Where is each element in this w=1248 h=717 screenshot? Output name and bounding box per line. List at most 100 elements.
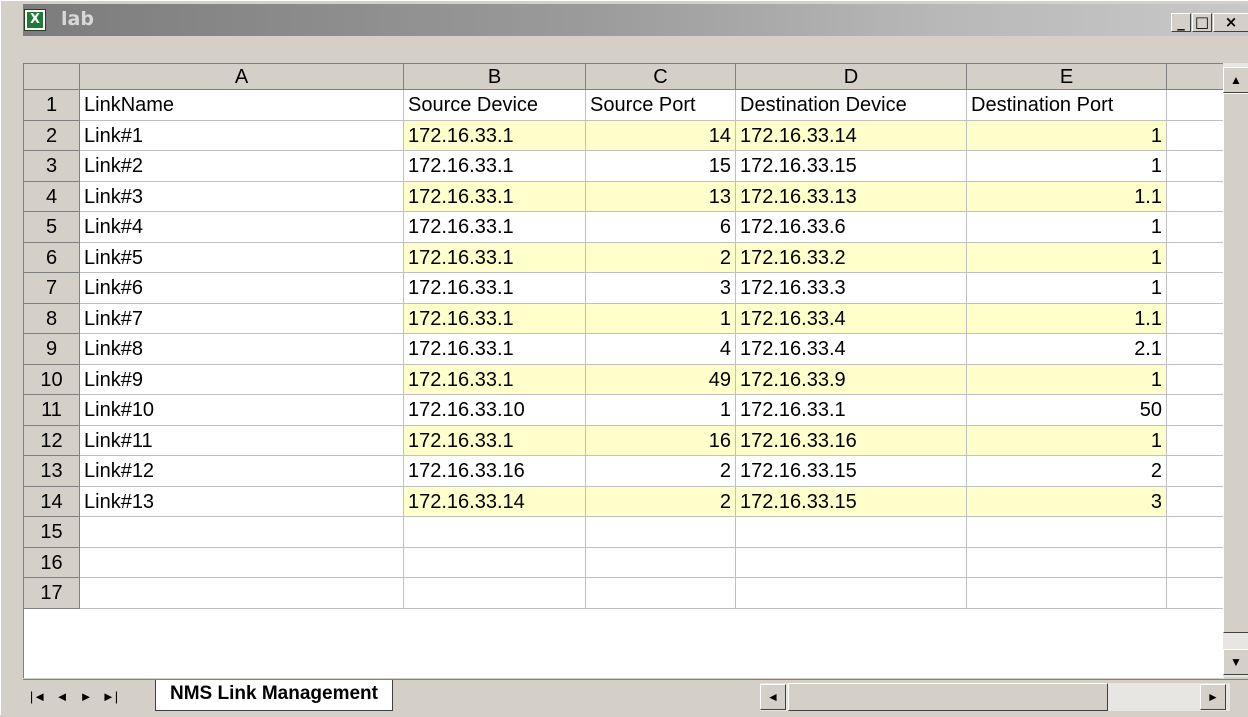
table-cell[interactable]: Link#9: [80, 364, 404, 395]
table-cell[interactable]: 3: [967, 486, 1167, 517]
table-cell[interactable]: 172.16.33.13: [736, 181, 967, 212]
table-cell[interactable]: Source Device: [404, 90, 586, 121]
table-cell[interactable]: [1167, 517, 1224, 548]
table-cell[interactable]: 172.16.33.1: [404, 120, 586, 151]
table-cell[interactable]: [736, 547, 967, 578]
table-cell[interactable]: 2: [586, 242, 736, 273]
row-header[interactable]: 11: [24, 395, 80, 426]
table-cell[interactable]: Destination Device: [736, 90, 967, 121]
table-cell[interactable]: 172.16.33.6: [736, 212, 967, 243]
table-cell[interactable]: 172.16.33.16: [404, 456, 586, 487]
row-header[interactable]: 12: [24, 425, 80, 456]
table-cell[interactable]: [1167, 548, 1224, 578]
table-cell[interactable]: 1: [967, 242, 1167, 273]
row-header[interactable]: 4: [24, 181, 80, 212]
table-cell[interactable]: 1: [967, 120, 1167, 151]
table-cell[interactable]: 50: [967, 395, 1167, 426]
select-all-corner[interactable]: [24, 64, 80, 90]
table-cell[interactable]: [1167, 487, 1224, 517]
table-cell[interactable]: 172.16.33.14: [736, 120, 967, 151]
table-cell[interactable]: 172.16.33.1: [404, 273, 586, 304]
table-cell[interactable]: 1: [967, 425, 1167, 456]
next-sheet-button[interactable]: ►: [75, 685, 97, 709]
table-cell[interactable]: 16: [586, 425, 736, 456]
table-cell[interactable]: 4: [586, 334, 736, 365]
scroll-up-button[interactable]: ▲: [1223, 67, 1248, 93]
table-cell[interactable]: 172.16.33.10: [404, 395, 586, 426]
table-cell[interactable]: [586, 517, 736, 548]
table-cell[interactable]: Link#5: [80, 242, 404, 273]
table-cell[interactable]: 172.16.33.1: [404, 364, 586, 395]
row-header[interactable]: 5: [24, 212, 80, 243]
table-cell[interactable]: 172.16.33.1: [404, 334, 586, 365]
table-cell[interactable]: [736, 517, 967, 548]
table-cell[interactable]: [80, 517, 404, 548]
table-cell[interactable]: Destination Port: [967, 90, 1167, 121]
table-cell[interactable]: 6: [586, 212, 736, 243]
table-cell[interactable]: 172.16.33.4: [736, 303, 967, 334]
table-cell[interactable]: LinkName: [80, 90, 404, 121]
row-header[interactable]: 15: [24, 517, 80, 548]
row-header[interactable]: 17: [24, 578, 80, 609]
column-header-e[interactable]: E: [967, 64, 1167, 90]
table-cell[interactable]: 1.1: [967, 181, 1167, 212]
table-cell[interactable]: [1167, 90, 1224, 121]
table-cell[interactable]: [967, 517, 1167, 548]
spreadsheet-grid[interactable]: A B C D E 1 LinkName Source Device Source Port De…: [23, 63, 1224, 678]
table-cell[interactable]: 1: [967, 273, 1167, 304]
table-cell[interactable]: 172.16.33.4: [736, 334, 967, 365]
table-cell[interactable]: 1: [967, 212, 1167, 243]
table-cell[interactable]: [967, 578, 1167, 609]
row-header[interactable]: 9: [24, 334, 80, 365]
table-cell[interactable]: [1167, 151, 1224, 182]
table-cell[interactable]: [80, 578, 404, 609]
table-cell[interactable]: Link#8: [80, 334, 404, 365]
sheet-tab-nms-link-management[interactable]: NMS Link Management: [155, 680, 393, 711]
restore-button[interactable]: □: [1192, 13, 1212, 32]
horizontal-scroll-thumb[interactable]: [788, 683, 1108, 711]
table-cell[interactable]: [1167, 121, 1224, 151]
table-cell[interactable]: [404, 547, 586, 578]
table-cell[interactable]: [1167, 243, 1224, 273]
row-header[interactable]: 10: [24, 364, 80, 395]
table-cell[interactable]: 1: [967, 151, 1167, 182]
column-header-blank[interactable]: [1167, 64, 1224, 90]
table-cell[interactable]: Link#1: [80, 120, 404, 151]
table-cell[interactable]: [1167, 273, 1224, 304]
table-cell[interactable]: [967, 547, 1167, 578]
scroll-right-button[interactable]: ►: [1200, 684, 1226, 710]
table-cell[interactable]: [586, 547, 736, 578]
table-cell[interactable]: [404, 517, 586, 548]
table-cell[interactable]: 1: [586, 303, 736, 334]
last-sheet-button[interactable]: ►|: [99, 685, 121, 709]
table-cell[interactable]: 49: [586, 364, 736, 395]
prev-sheet-button[interactable]: ◄: [51, 685, 73, 709]
table-cell[interactable]: [80, 547, 404, 578]
vertical-scroll-thumb[interactable]: [1223, 93, 1248, 633]
table-cell[interactable]: 14: [586, 120, 736, 151]
table-cell[interactable]: 172.16.33.1: [404, 212, 586, 243]
table-cell[interactable]: 2.1: [967, 334, 1167, 365]
table-cell[interactable]: 172.16.33.9: [736, 364, 967, 395]
table-cell[interactable]: [1167, 426, 1224, 456]
scroll-left-button[interactable]: ◄: [760, 684, 786, 710]
title-bar[interactable]: lab: [23, 4, 1248, 36]
column-header-c[interactable]: C: [586, 64, 736, 90]
table-cell[interactable]: 3: [586, 273, 736, 304]
table-cell[interactable]: Link#3: [80, 181, 404, 212]
table-cell[interactable]: 172.16.33.16: [736, 425, 967, 456]
excel-app-icon[interactable]: X: [24, 9, 46, 31]
table-cell[interactable]: [1167, 456, 1224, 487]
table-cell[interactable]: [404, 578, 586, 609]
table-cell[interactable]: 15: [586, 151, 736, 182]
table-cell[interactable]: 2: [967, 456, 1167, 487]
table-cell[interactable]: 172.16.33.1: [404, 151, 586, 182]
table-cell[interactable]: 1: [586, 395, 736, 426]
row-header[interactable]: 2: [24, 120, 80, 151]
table-cell[interactable]: 172.16.33.1: [404, 303, 586, 334]
table-cell[interactable]: 1: [967, 364, 1167, 395]
table-cell[interactable]: [1167, 365, 1224, 395]
vertical-scrollbar[interactable]: ▲ ▼: [1223, 63, 1248, 677]
table-cell[interactable]: Link#2: [80, 151, 404, 182]
table-cell[interactable]: [1167, 578, 1224, 609]
